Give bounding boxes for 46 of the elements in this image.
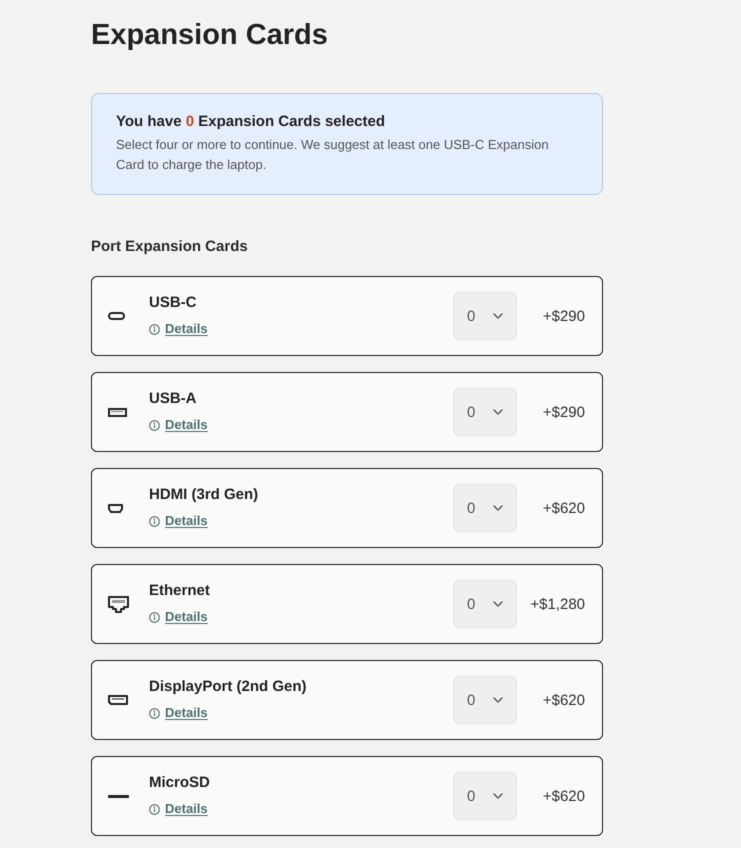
info-icon (149, 804, 160, 814)
info-icon (149, 420, 160, 430)
quantity-select[interactable]: 0 (453, 772, 517, 820)
displayport-port-icon (108, 695, 128, 705)
microsd-slot-icon (108, 794, 129, 798)
usb-c-port-icon (108, 312, 125, 320)
card-price: +$1,280 (529, 596, 585, 612)
page-title: Expansion Cards (91, 18, 329, 53)
notice-heading: You have 0 Expansion Cards selected (116, 112, 386, 132)
card-price: +$620 (542, 692, 585, 708)
chevron-down-icon (493, 601, 503, 607)
notice-text: Select four or more to continue. We suggest at least one USB-C Expansion Card to charge the laptop. (116, 136, 550, 174)
card-name: HDMI (3rd Gen) (149, 485, 260, 505)
info-icon (149, 324, 160, 334)
card-price: +$620 (542, 500, 585, 516)
details-link[interactable]: Details (149, 705, 208, 721)
quantity-select[interactable]: 0 (453, 388, 517, 436)
chevron-down-icon (493, 505, 503, 511)
ethernet-port-icon (108, 596, 129, 612)
chevron-down-icon (493, 793, 503, 799)
hdmi-port-icon (108, 504, 123, 512)
card-name: Ethernet (149, 581, 211, 601)
quantity-select[interactable]: 0 (453, 292, 517, 340)
chevron-down-icon (493, 313, 503, 319)
card-name: USB-C (149, 293, 198, 313)
details-link[interactable]: Details (149, 321, 208, 337)
chevron-down-icon (493, 409, 503, 415)
details-link[interactable]: Details (149, 513, 208, 529)
info-icon (149, 516, 160, 526)
details-link[interactable]: Details (149, 801, 208, 817)
info-icon (149, 708, 160, 718)
card-name: USB-A (149, 389, 198, 409)
chevron-down-icon (493, 697, 503, 703)
card-price: +$620 (542, 788, 585, 804)
quantity-select[interactable]: 0 (453, 580, 517, 628)
card-name: DisplayPort (2nd Gen) (149, 677, 308, 697)
quantity-select[interactable]: 0 (453, 484, 517, 532)
section-heading: Port Expansion Cards (91, 237, 249, 257)
usb-a-port-icon (108, 408, 127, 416)
details-link[interactable]: Details (149, 609, 208, 625)
details-link[interactable]: Details (149, 417, 208, 433)
info-icon (149, 612, 160, 622)
card-price: +$290 (542, 308, 585, 324)
card-name: MicroSD (149, 773, 211, 793)
card-price: +$290 (542, 404, 585, 420)
quantity-select[interactable]: 0 (453, 676, 517, 724)
